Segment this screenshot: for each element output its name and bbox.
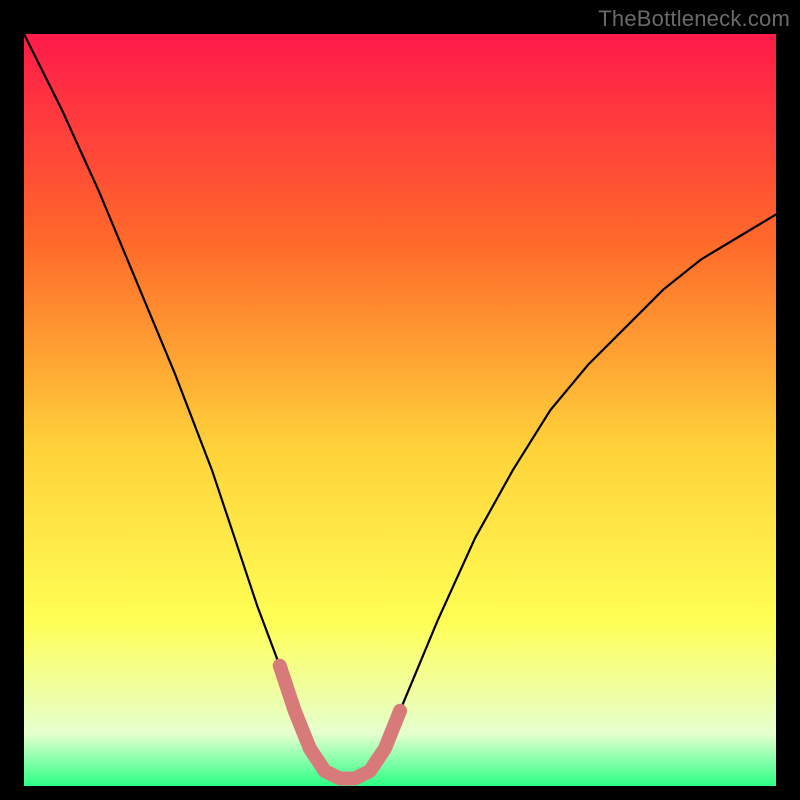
watermark-text: TheBottleneck.com (598, 6, 790, 32)
chart-frame: TheBottleneck.com (0, 0, 800, 800)
gradient-background (24, 34, 776, 786)
bottleneck-chart-svg (24, 34, 776, 786)
plot-area (24, 34, 776, 786)
